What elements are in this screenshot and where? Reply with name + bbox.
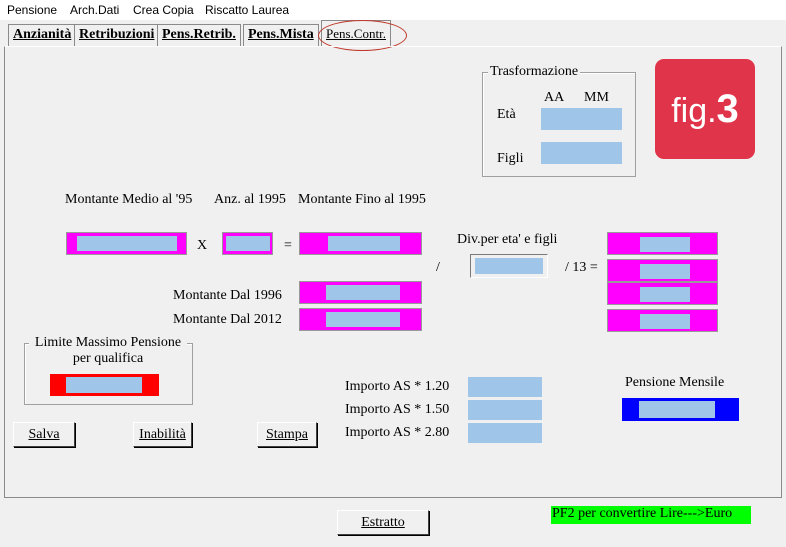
montante-1996-label: Montante Dal 1996 [173, 288, 282, 303]
montante-1996-input[interactable] [299, 281, 422, 304]
limite-title-line2: per qualifica [72, 351, 144, 366]
montante-fino-header: Montante Fino al 1995 [298, 192, 426, 207]
montante-medio-input[interactable] [66, 232, 187, 255]
limite-title: Limite Massimo Pensione per qualifica [29, 335, 187, 367]
figure-badge-prefix: fig. [671, 92, 717, 130]
menu-riscatto-laurea[interactable]: Riscatto Laurea [205, 3, 289, 17]
importo-120-label: Importo AS * 1.20 [345, 379, 450, 394]
equals-operator: = [284, 238, 292, 253]
importo-150-field[interactable] [468, 400, 542, 420]
anz-1995-header: Anz. al 1995 [214, 192, 286, 207]
figli-input[interactable] [541, 142, 622, 164]
tab-retribuzioni[interactable]: Retribuzioni [74, 24, 160, 46]
importo-280-label: Importo AS * 2.80 [345, 425, 450, 440]
limite-input[interactable] [50, 374, 159, 396]
inabilita-button[interactable]: Inabilità [133, 422, 192, 447]
figli-label: Figli [497, 151, 524, 166]
status-message: PF2 per convertire Lire--->Euro [551, 506, 751, 524]
anz-1995-input[interactable] [222, 232, 273, 255]
figure-badge: fig.3 [655, 59, 755, 159]
result-3-field[interactable] [607, 282, 718, 305]
div-13-operator: / 13 = [565, 260, 598, 275]
pensione-mensile-label: Pensione Mensile [625, 375, 725, 390]
menu-crea-copia[interactable]: Crea Copia [133, 3, 194, 17]
figure-badge-number: 3 [716, 87, 739, 131]
result-1-field[interactable] [607, 232, 718, 255]
stampa-button[interactable]: Stampa [257, 422, 317, 447]
menu-bar: Pensione Arch.Dati Crea Copia Riscatto L… [0, 0, 786, 20]
eta-label: Età [497, 107, 516, 122]
menu-pensione[interactable]: Pensione [7, 3, 57, 17]
slash-operator: / [436, 260, 440, 275]
tab-pens-mista[interactable]: Pens.Mista [243, 24, 319, 46]
montante-2012-input[interactable] [299, 308, 422, 331]
montante-2012-label: Montante Dal 2012 [173, 312, 282, 327]
menu-arch-dati[interactable]: Arch.Dati [70, 3, 119, 17]
importo-150-label: Importo AS * 1.50 [345, 402, 450, 417]
eta-input[interactable] [541, 108, 622, 130]
tab-pens-retrib[interactable]: Pens.Retrib. [157, 24, 241, 46]
importo-280-field[interactable] [468, 423, 542, 443]
estratto-button[interactable]: Estratto [337, 510, 429, 535]
divisore-input[interactable] [470, 254, 548, 278]
div-eta-figli-label: Div.per eta' e figli [457, 232, 558, 247]
montante-medio-header: Montante Medio al '95 [65, 192, 193, 207]
importo-120-field[interactable] [468, 377, 542, 397]
montante-fino-input[interactable] [299, 232, 422, 255]
pensione-mensile-field[interactable] [622, 398, 739, 421]
salva-button[interactable]: Salva [13, 422, 75, 447]
times-operator: X [197, 238, 208, 253]
tab-anzianita[interactable]: Anzianità [8, 24, 77, 46]
trasformazione-title: Trasformazione [488, 64, 581, 80]
col-mm-label: MM [584, 90, 609, 105]
result-4-field[interactable] [607, 309, 718, 332]
col-aa-label: AA [544, 90, 565, 105]
limite-title-line1: Limite Massimo Pensione [34, 335, 182, 350]
result-2-field[interactable] [607, 259, 718, 282]
